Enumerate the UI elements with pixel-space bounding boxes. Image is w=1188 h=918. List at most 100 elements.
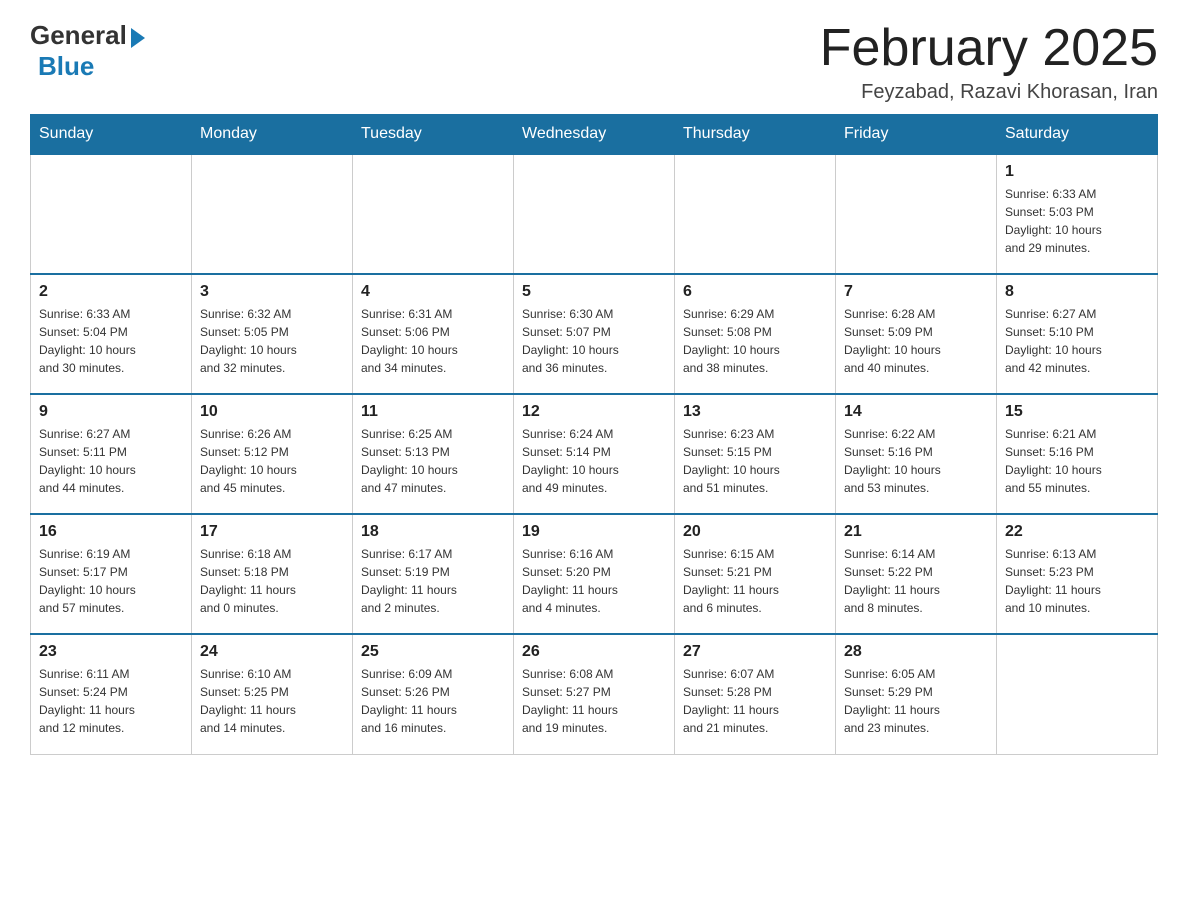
day-info: Sunrise: 6:30 AM Sunset: 5:07 PM Dayligh… [522,305,666,377]
calendar-cell: 16 Sunrise: 6:19 AM Sunset: 5:17 PM Dayli… [31,514,192,634]
month-title: February 2025 [820,20,1158,77]
calendar-cell: 2 Sunrise: 6:33 AM Sunset: 5:04 PM Daylig… [31,274,192,394]
calendar-cell: 26 Sunrise: 6:08 AM Sunset: 5:27 PM Dayli… [514,634,675,754]
calendar-cell: 23 Sunrise: 6:11 AM Sunset: 5:24 PM Dayli… [31,634,192,754]
calendar-cell [514,154,675,274]
day-number: 13 [683,403,827,421]
day-number: 17 [200,523,344,541]
day-info: Sunrise: 6:07 AM Sunset: 5:28 PM Dayligh… [683,665,827,737]
day-number: 26 [522,643,666,661]
logo-blue-text: Blue [38,51,94,82]
day-number: 10 [200,403,344,421]
day-info: Sunrise: 6:31 AM Sunset: 5:06 PM Dayligh… [361,305,505,377]
day-info: Sunrise: 6:33 AM Sunset: 5:03 PM Dayligh… [1005,185,1149,257]
calendar-cell: 17 Sunrise: 6:18 AM Sunset: 5:18 PM Dayli… [192,514,353,634]
logo-arrow-icon [131,28,145,48]
day-number: 8 [1005,283,1149,301]
day-number: 14 [844,403,988,421]
calendar-cell: 20 Sunrise: 6:15 AM Sunset: 5:21 PM Dayli… [675,514,836,634]
calendar-cell [997,634,1158,754]
calendar-cell: 22 Sunrise: 6:13 AM Sunset: 5:23 PM Dayli… [997,514,1158,634]
day-number: 18 [361,523,505,541]
calendar-cell: 24Sunrise: 6:10 AM Sunset: 5:25 PM Dayli… [192,634,353,754]
day-number: 2 [39,283,183,301]
day-info: Sunrise: 6:18 AM Sunset: 5:18 PM Dayligh… [200,545,344,617]
calendar-table: SundayMondayTuesdayWednesdayThursdayFrid… [30,114,1158,755]
day-info: Sunrise: 6:21 AM Sunset: 5:16 PM Dayligh… [1005,425,1149,497]
day-info: Sunrise: 6:29 AM Sunset: 5:08 PM Dayligh… [683,305,827,377]
calendar-week-row-3: 9Sunrise: 6:27 AM Sunset: 5:11 PM Daylig… [31,394,1158,514]
calendar-cell [31,154,192,274]
calendar-cell: 8Sunrise: 6:27 AM Sunset: 5:10 PM Daylig… [997,274,1158,394]
calendar-cell: 6Sunrise: 6:29 AM Sunset: 5:08 PM Daylig… [675,274,836,394]
calendar-cell [192,154,353,274]
calendar-cell [675,154,836,274]
day-number: 27 [683,643,827,661]
day-number: 7 [844,283,988,301]
day-number: 22 [1005,523,1149,541]
calendar-cell: 15 Sunrise: 6:21 AM Sunset: 5:16 PM Dayli… [997,394,1158,514]
day-number: 23 [39,643,183,661]
calendar-cell: 19 Sunrise: 6:16 AM Sunset: 5:20 PM Dayli… [514,514,675,634]
calendar-cell: 4 Sunrise: 6:31 AM Sunset: 5:06 PM Daylig… [353,274,514,394]
calendar-cell: 21 Sunrise: 6:14 AM Sunset: 5:22 PM Dayli… [836,514,997,634]
day-info: Sunrise: 6:14 AM Sunset: 5:22 PM Dayligh… [844,545,988,617]
calendar-cell: 1 Sunrise: 6:33 AM Sunset: 5:03 PM Daylig… [997,154,1158,274]
calendar-week-row-2: 2 Sunrise: 6:33 AM Sunset: 5:04 PM Daylig… [31,274,1158,394]
day-info: Sunrise: 6:22 AM Sunset: 5:16 PM Dayligh… [844,425,988,497]
day-number: 1 [1005,163,1149,181]
calendar-week-row-5: 23 Sunrise: 6:11 AM Sunset: 5:24 PM Dayli… [31,634,1158,754]
day-number: 28 [844,643,988,661]
calendar-cell: 11Sunrise: 6:25 AM Sunset: 5:13 PM Dayli… [353,394,514,514]
day-info: Sunrise: 6:19 AM Sunset: 5:17 PM Dayligh… [39,545,183,617]
calendar-cell: 7 Sunrise: 6:28 AM Sunset: 5:09 PM Daylig… [836,274,997,394]
day-info: Sunrise: 6:17 AM Sunset: 5:19 PM Dayligh… [361,545,505,617]
day-number: 15 [1005,403,1149,421]
calendar-header-row: SundayMondayTuesdayWednesdayThursdayFrid… [31,115,1158,155]
calendar-cell: 10Sunrise: 6:26 AM Sunset: 5:12 PM Dayli… [192,394,353,514]
day-info: Sunrise: 6:11 AM Sunset: 5:24 PM Dayligh… [39,665,183,737]
day-info: Sunrise: 6:28 AM Sunset: 5:09 PM Dayligh… [844,305,988,377]
day-info: Sunrise: 6:15 AM Sunset: 5:21 PM Dayligh… [683,545,827,617]
day-info: Sunrise: 6:24 AM Sunset: 5:14 PM Dayligh… [522,425,666,497]
day-info: Sunrise: 6:13 AM Sunset: 5:23 PM Dayligh… [1005,545,1149,617]
calendar-header-sunday: Sunday [31,115,192,155]
calendar-week-row-1: 1 Sunrise: 6:33 AM Sunset: 5:03 PM Daylig… [31,154,1158,274]
calendar-cell: 25Sunrise: 6:09 AM Sunset: 5:26 PM Dayli… [353,634,514,754]
calendar-week-row-4: 16 Sunrise: 6:19 AM Sunset: 5:17 PM Dayli… [31,514,1158,634]
day-info: Sunrise: 6:32 AM Sunset: 5:05 PM Dayligh… [200,305,344,377]
calendar-header-friday: Friday [836,115,997,155]
day-number: 19 [522,523,666,541]
location-text: Feyzabad, Razavi Khorasan, Iran [820,81,1158,104]
calendar-cell: 14 Sunrise: 6:22 AM Sunset: 5:16 PM Dayli… [836,394,997,514]
day-number: 24 [200,643,344,661]
calendar-cell: 12 Sunrise: 6:24 AM Sunset: 5:14 PM Dayli… [514,394,675,514]
day-number: 21 [844,523,988,541]
day-info: Sunrise: 6:23 AM Sunset: 5:15 PM Dayligh… [683,425,827,497]
day-info: Sunrise: 6:09 AM Sunset: 5:26 PM Dayligh… [361,665,505,737]
title-section: February 2025 Feyzabad, Razavi Khorasan,… [820,20,1158,104]
calendar-cell: 9Sunrise: 6:27 AM Sunset: 5:11 PM Daylig… [31,394,192,514]
calendar-cell: 5 Sunrise: 6:30 AM Sunset: 5:07 PM Daylig… [514,274,675,394]
calendar-cell [353,154,514,274]
day-info: Sunrise: 6:27 AM Sunset: 5:11 PM Dayligh… [39,425,183,497]
day-number: 16 [39,523,183,541]
calendar-cell: 13 Sunrise: 6:23 AM Sunset: 5:15 PM Dayli… [675,394,836,514]
calendar-header-thursday: Thursday [675,115,836,155]
page-header: General Blue February 2025 Feyzabad, Raz… [30,20,1158,104]
day-info: Sunrise: 6:33 AM Sunset: 5:04 PM Dayligh… [39,305,183,377]
calendar-cell [836,154,997,274]
calendar-header-saturday: Saturday [997,115,1158,155]
day-info: Sunrise: 6:25 AM Sunset: 5:13 PM Dayligh… [361,425,505,497]
day-number: 5 [522,283,666,301]
calendar-cell: 18 Sunrise: 6:17 AM Sunset: 5:19 PM Dayli… [353,514,514,634]
calendar-cell: 27 Sunrise: 6:07 AM Sunset: 5:28 PM Dayli… [675,634,836,754]
day-info: Sunrise: 6:08 AM Sunset: 5:27 PM Dayligh… [522,665,666,737]
day-number: 4 [361,283,505,301]
day-info: Sunrise: 6:16 AM Sunset: 5:20 PM Dayligh… [522,545,666,617]
day-number: 20 [683,523,827,541]
day-number: 12 [522,403,666,421]
calendar-header-tuesday: Tuesday [353,115,514,155]
calendar-header-wednesday: Wednesday [514,115,675,155]
calendar-cell: 28Sunrise: 6:05 AM Sunset: 5:29 PM Dayli… [836,634,997,754]
